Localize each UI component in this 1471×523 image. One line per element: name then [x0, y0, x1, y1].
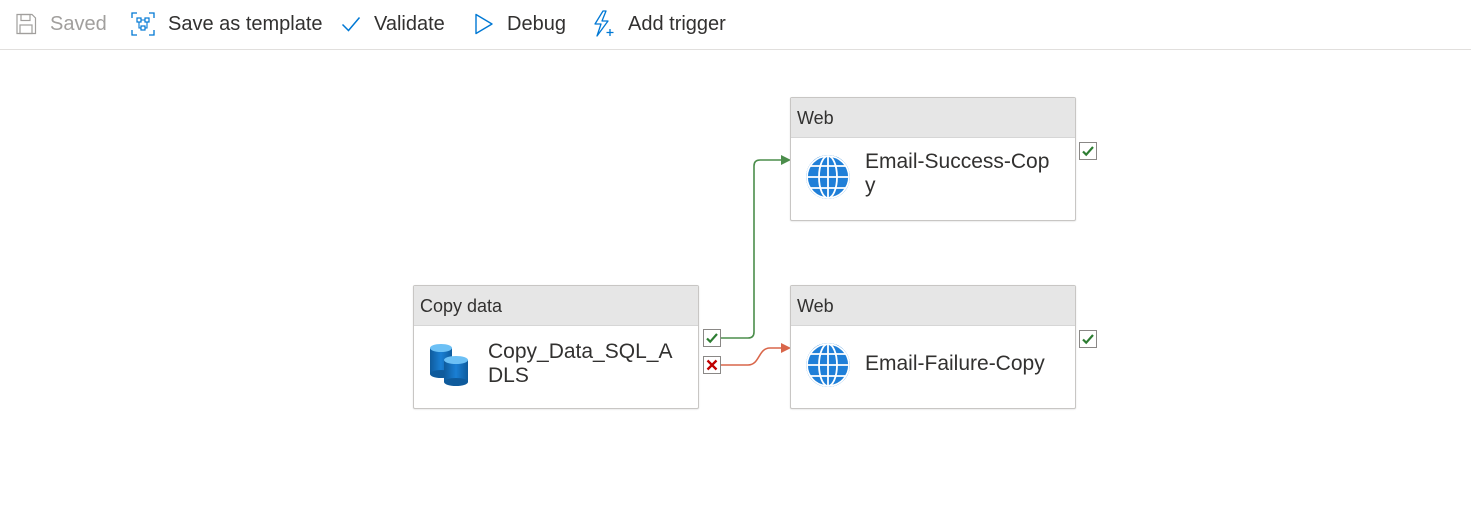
check-icon [706, 333, 718, 344]
template-icon [131, 12, 155, 36]
email-failure-activity[interactable]: Web Email-Failure-Copy [790, 285, 1076, 409]
debug-label: Debug [507, 12, 566, 35]
add-trigger-label: Add trigger [628, 12, 726, 35]
checkmark-icon [341, 17, 361, 32]
copy-data-activity[interactable]: Copy data Copy_Data_SQL_ADLS [413, 285, 699, 409]
database-icon [430, 344, 468, 386]
failure-port[interactable] [703, 356, 721, 374]
failure-output-port[interactable] [1079, 330, 1097, 348]
check-icon [1082, 334, 1094, 345]
globe-icon [806, 155, 850, 199]
save-button[interactable]: Saved [14, 8, 107, 40]
activity-type-label: Web [791, 98, 1075, 138]
success-output-port[interactable] [1079, 142, 1097, 160]
success-connector[interactable] [720, 155, 791, 339]
add-trigger-button[interactable]: Add trigger [592, 8, 726, 40]
email-success-activity[interactable]: Web Email-Success-Copy [790, 97, 1076, 221]
save-icon [16, 13, 37, 35]
save-label: Saved [50, 12, 107, 35]
check-icon [1082, 146, 1094, 157]
success-port[interactable] [703, 329, 721, 347]
debug-button[interactable]: Debug [473, 8, 566, 40]
save-as-template-button[interactable]: Save as template [130, 8, 323, 40]
pipeline-toolbar: Saved Save as template Validate Debug Ad… [0, 0, 1471, 50]
validate-label: Validate [374, 12, 445, 35]
play-icon [475, 13, 493, 35]
activity-name: Copy_Data_SQL_ADLS [488, 340, 673, 387]
activity-type-label: Copy data [414, 286, 698, 326]
activity-type-label: Web [791, 286, 1075, 326]
activity-name: Email-Failure-Copy [865, 352, 1045, 375]
pipeline-connectors [720, 155, 791, 366]
x-icon [706, 359, 718, 371]
globe-icon [806, 343, 850, 387]
failure-connector[interactable] [720, 343, 791, 366]
save-as-template-label: Save as template [168, 12, 323, 35]
validate-button[interactable]: Validate [340, 8, 445, 40]
activity-name: Email-Success-Copy [865, 150, 1050, 197]
lightning-add-icon [594, 10, 614, 37]
